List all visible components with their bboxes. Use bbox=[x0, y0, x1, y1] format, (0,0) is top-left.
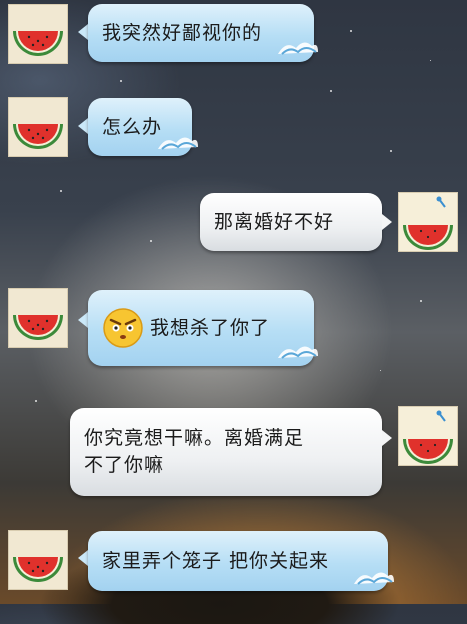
message-text: 怎么办 bbox=[102, 115, 163, 138]
message-text: 我突然好鄙视你的 bbox=[102, 21, 263, 44]
wave-decoration-icon bbox=[158, 137, 198, 150]
message-bubble[interactable]: 你究竟想干嘛。离婚满足 不了你嘛 bbox=[70, 408, 382, 496]
watermelon-icon bbox=[13, 557, 63, 582]
message-bubble[interactable]: 那离婚好不好 bbox=[200, 193, 382, 251]
wave-decoration-icon bbox=[278, 346, 318, 359]
message-bubble[interactable]: 家里弄个笼子 把你关起来 bbox=[88, 531, 388, 591]
angry-face-icon bbox=[103, 308, 143, 348]
contact-avatar[interactable] bbox=[8, 97, 68, 157]
wave-decoration-icon bbox=[278, 42, 318, 55]
message-text: 我想杀了你了 bbox=[150, 316, 271, 339]
message-text: 那离婚好不好 bbox=[214, 210, 335, 233]
wave-decoration-icon bbox=[354, 572, 394, 585]
contact-avatar[interactable] bbox=[8, 4, 68, 64]
contact-avatar[interactable] bbox=[8, 530, 68, 590]
watermelon-sticky-note-icon bbox=[399, 193, 457, 251]
user-avatar[interactable] bbox=[398, 406, 458, 466]
user-avatar[interactable] bbox=[398, 192, 458, 252]
watermelon-icon bbox=[13, 315, 63, 340]
contact-avatar[interactable] bbox=[8, 288, 68, 348]
message-text-line-2: 不了你嘛 bbox=[84, 454, 165, 476]
watermelon-sticky-note-icon bbox=[399, 407, 457, 465]
watermelon-icon bbox=[13, 124, 63, 149]
watermelon-icon bbox=[13, 31, 63, 56]
message-text-line-1: 你究竟想干嘛。离婚满足 bbox=[84, 427, 305, 449]
message-text: 家里弄个笼子 把你关起来 bbox=[102, 549, 330, 572]
